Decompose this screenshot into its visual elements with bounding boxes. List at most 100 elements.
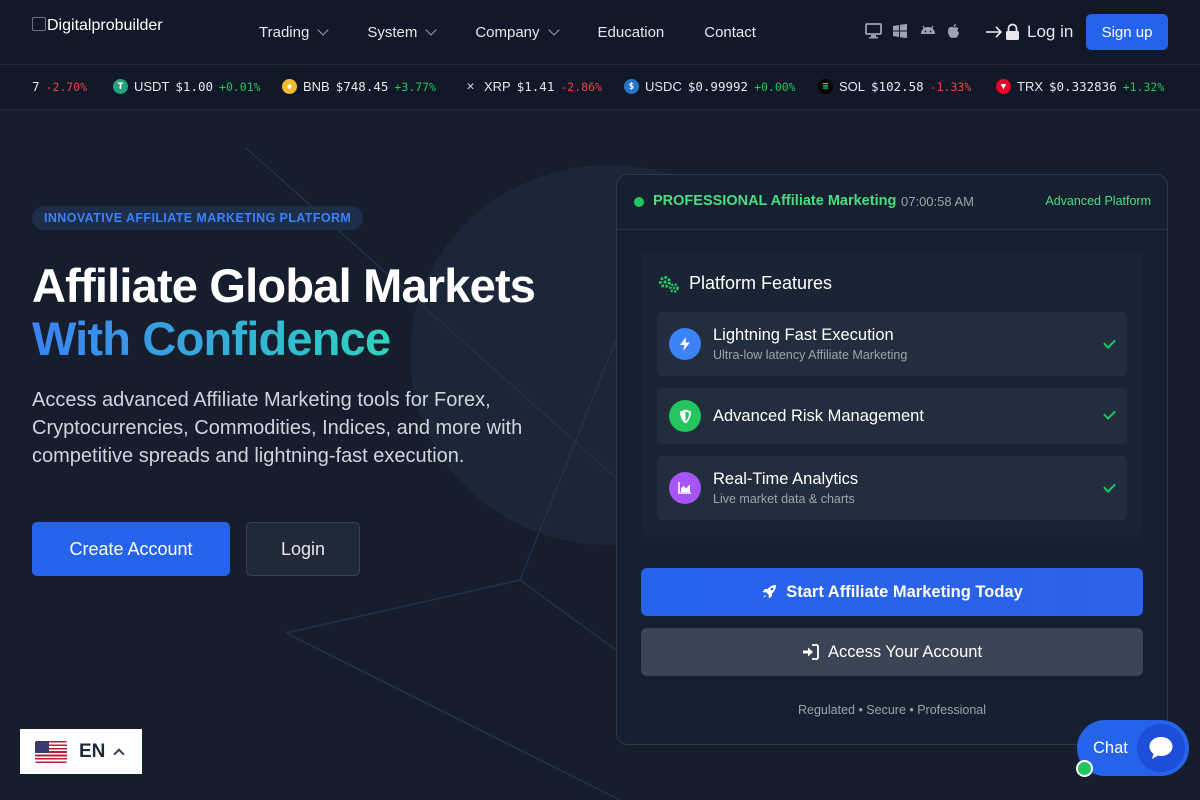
xrp-icon: ✕ [466,79,475,94]
ticker-change: -1.33% [929,79,972,94]
usdc-icon: $ [624,79,639,94]
features-title: Platform Features [657,273,832,294]
ticker-price: $102.58 [871,79,924,94]
ticker-change: +0.01% [219,79,261,94]
panel-footer-note: Regulated • Secure • Professional [797,703,987,717]
feature-subtitle: Ultra-low latency Affiliate Marketing [713,348,908,362]
login-link[interactable]: Log in [985,22,1073,42]
ticker-symbol: SOL [839,79,866,94]
chevron-down-icon [317,23,329,36]
ticker-item[interactable]: ₮ USDT $1.00 +0.01% [113,79,261,94]
check-icon [1103,336,1116,349]
main-menu: Trading System Company Education Contact [259,23,796,41]
feature-item-risk[interactable]: Advanced Risk Management [657,388,1127,444]
ticker-item[interactable]: ◆ BNB $748.45 +3.77% [282,79,436,94]
panel-clock: 07:00:58 AM [901,194,974,209]
feature-title: Advanced Risk Management [713,407,924,425]
logo[interactable]: Digitalprobuilder [32,17,163,35]
chevron-up-icon [113,747,126,760]
ticker-price: 7 [32,79,40,94]
menu-item-system[interactable]: System [367,23,437,41]
feature-title: Real-Time Analytics [713,470,859,488]
create-account-button[interactable]: Create Account [32,522,230,576]
access-label: Access Your Account [827,642,983,661]
menu-item-education[interactable]: Education [598,24,665,41]
panel-tag: Advanced Platform [1045,194,1151,208]
ticker-price: $0.332836 [1049,79,1117,94]
menu-label: Contact [704,24,756,41]
panel-live-label: PROFESSIONAL Affiliate Marketing [653,193,897,209]
hero-title-line2: With Confidence [32,312,391,365]
apple-icon[interactable] [946,23,963,39]
features-box: Platform Features Lightning Fast Executi… [641,252,1143,537]
sign-in-icon [986,23,1019,40]
crypto-ticker: 7 -2.70% ₮ USDT $1.00 +0.01% ◆ BNB $748.… [0,65,1200,110]
chevron-down-icon [547,23,560,36]
cogs-icon [659,275,679,293]
bnb-icon: ◆ [282,79,297,94]
feature-title: Lightning Fast Execution [713,326,894,344]
ticker-price: $748.45 [335,79,389,94]
ticker-symbol: TRX [1017,79,1043,94]
menu-item-trading[interactable]: Trading [259,23,329,41]
top-navbar: Digitalprobuilder Trading System Company… [0,0,1200,65]
ticker-item[interactable]: ✕ XRP $1.41 -2.86% [463,79,602,94]
language-code: EN [79,740,106,762]
hero-badge: INNOVATIVE AFFILIATE MARKETING PLATFORM [32,206,364,230]
access-account-button[interactable]: Access Your Account [641,628,1143,676]
tether-icon: ₮ [113,79,128,94]
ticker-change: -2.70% [45,79,88,94]
signup-button[interactable]: Sign up [1086,14,1168,50]
check-icon [1103,480,1116,493]
login-label: Log in [1027,22,1074,41]
menu-item-company[interactable]: Company [475,23,560,41]
ticker-price: $0.99992 [687,79,749,94]
language-selector[interactable]: EN [20,729,142,774]
ticker-change: -2.86% [560,79,602,94]
bolt-icon [669,328,701,360]
menu-label: Company [475,24,540,41]
ticker-change: +1.32% [1122,79,1165,94]
platform-icons [865,23,963,39]
ticker-item[interactable]: ≡ SOL $102.58 -1.33% [818,79,971,94]
sign-in-icon [802,644,819,660]
broken-image-icon [32,17,46,31]
ticker-change: +3.77% [394,79,436,94]
feature-item-analytics[interactable]: Real-Time Analytics Live market data & c… [657,456,1127,520]
chart-area-icon [669,472,701,504]
feature-item-execution[interactable]: Lightning Fast Execution Ultra-low laten… [657,312,1127,376]
start-affiliate-button[interactable]: Start Affiliate Marketing Today [641,568,1143,616]
ticker-symbol: USDT [134,79,170,94]
ticker-price: $1.00 [175,79,214,94]
ticker-item[interactable]: 7 -2.70% [32,79,87,94]
menu-item-contact[interactable]: Contact [704,24,756,41]
menu-label: System [367,24,418,41]
chat-bubble-icon [1137,724,1185,772]
windows-icon[interactable] [892,23,909,39]
ticker-item[interactable]: $ USDC $0.99992 +0.00% [624,79,796,94]
live-indicator-icon [634,197,644,207]
features-title-text: Platform Features [689,273,833,293]
platform-panel: PROFESSIONAL Affiliate Marketing 07:00:5… [616,174,1168,745]
menu-label: Education [597,24,665,41]
hero-title-line1: Affiliate Global Markets [32,259,536,312]
ticker-symbol: USDC [645,79,682,94]
chat-label: Chat [1093,739,1128,757]
chevron-down-icon [425,23,437,36]
check-icon [1103,407,1116,420]
start-label: Start Affiliate Marketing Today [786,582,1023,601]
chat-widget-button[interactable]: Chat [1077,720,1189,776]
hero-description: Access advanced Affiliate Marketing tool… [32,389,523,467]
android-icon[interactable] [919,23,936,39]
ticker-symbol: XRP [484,79,511,94]
ticker-price: $1.41 [516,79,555,94]
ticker-change: +0.00% [754,79,796,94]
solana-icon: ≡ [818,79,833,94]
ticker-item[interactable]: ▼ TRX $0.332836 +1.32% [996,79,1164,94]
hero-login-button[interactable]: Login [246,522,360,576]
desktop-icon[interactable] [865,23,882,39]
us-flag-icon [35,740,67,763]
logo-text: Digitalprobuilder [47,17,163,34]
menu-label: Trading [259,24,310,41]
feature-subtitle: Live market data & charts [713,492,855,506]
